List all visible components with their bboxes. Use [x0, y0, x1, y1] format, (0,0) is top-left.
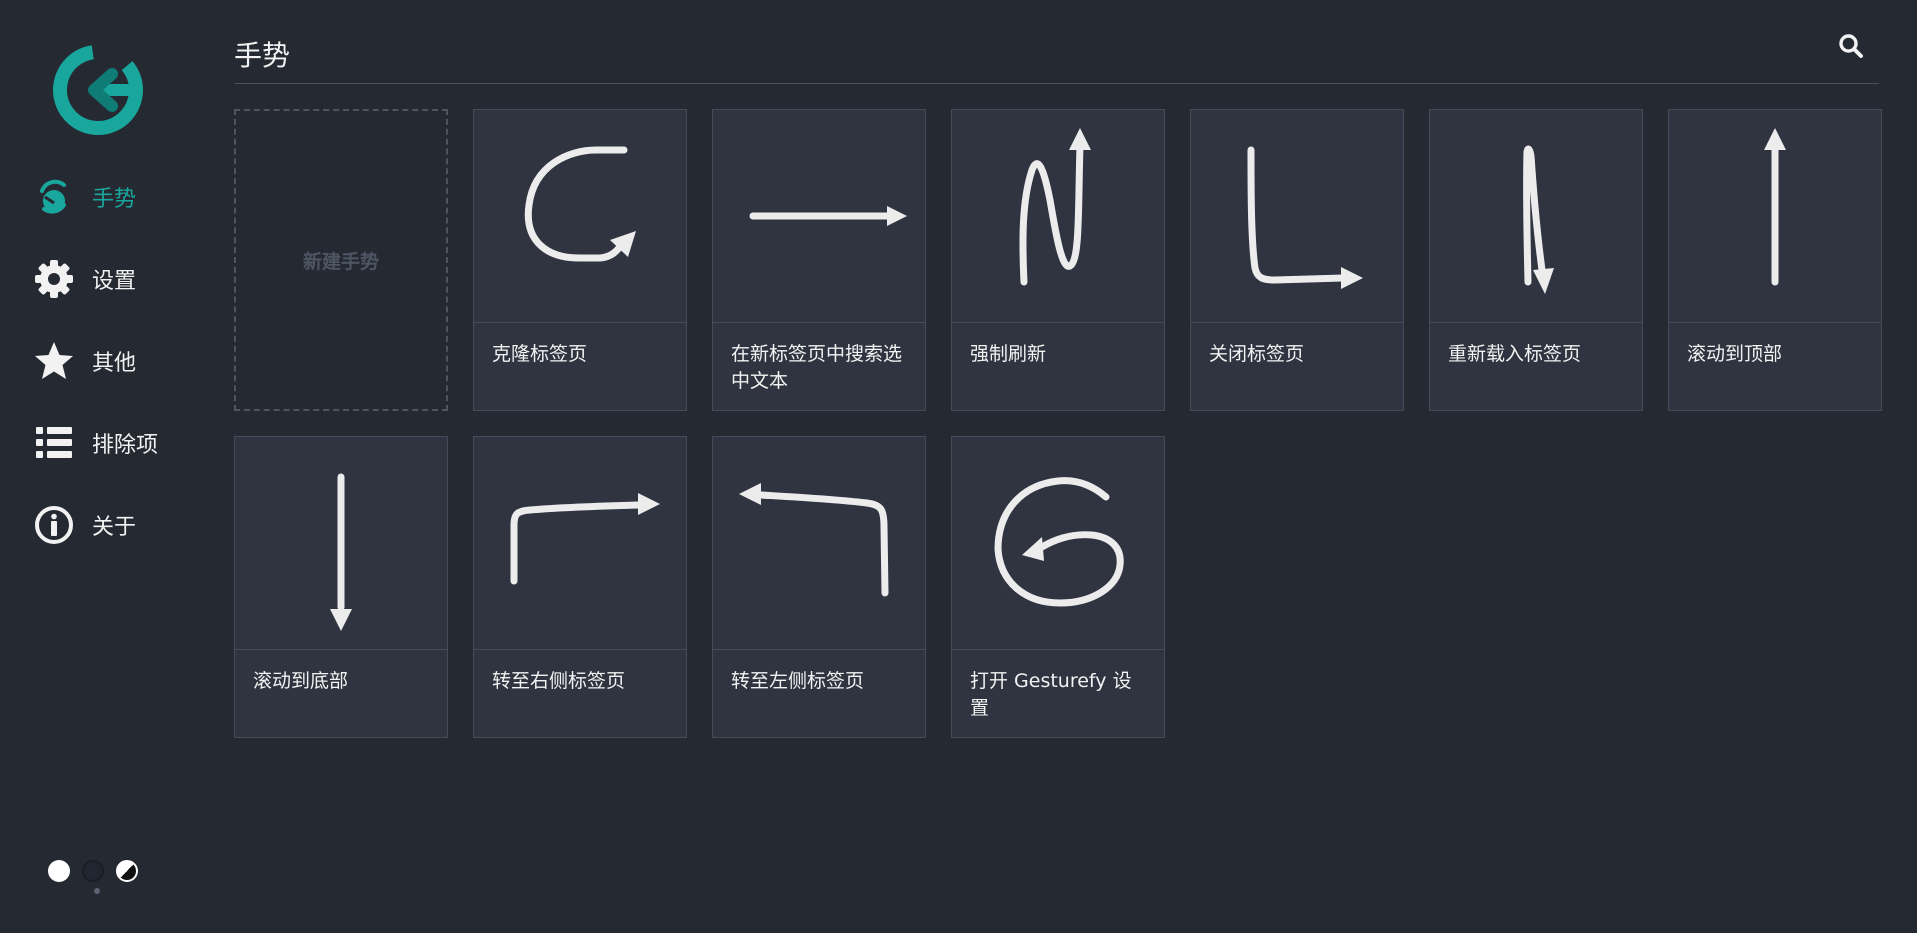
gesture-card-label: 克隆标签页 [492, 343, 588, 365]
gesture-card[interactable]: 克隆标签页 [473, 109, 687, 411]
gesture-card[interactable]: 重新载入标签页 [1429, 109, 1643, 411]
gesture-card[interactable]: 滚动到顶部 [1668, 109, 1882, 411]
gesture-card-label: 打开 Gesturefy 设置 [970, 670, 1132, 719]
search-button[interactable] [1833, 28, 1869, 64]
sidebar: 手势 设置 其他 排除项 关于 [0, 0, 200, 933]
gestures-icon [32, 175, 76, 219]
sidebar-item-label: 其他 [92, 351, 137, 376]
gesture-preview [474, 437, 686, 650]
gesture-card[interactable]: 强制刷新 [951, 109, 1165, 411]
gesture-card[interactable]: 转至右侧标签页 [473, 436, 687, 738]
theme-selected-indicator [94, 888, 100, 894]
gesture-card[interactable]: 滚动到底部 [234, 436, 448, 738]
gesture-preview [1191, 110, 1403, 323]
up-right-arrow-icon [510, 493, 660, 585]
gesture-card-label: 滚动到底部 [253, 670, 349, 692]
gesture-preview [1669, 110, 1881, 323]
gesture-card-label: 转至右侧标签页 [492, 670, 626, 692]
gesture-preview [235, 437, 447, 650]
info-icon [32, 503, 76, 547]
sidebar-item-about[interactable]: 关于 [32, 503, 158, 547]
up-down-arrow-icon [1523, 145, 1554, 294]
gesture-preview [952, 110, 1164, 323]
theme-light-button[interactable] [48, 860, 70, 882]
new-gesture-button[interactable]: 新建手势 [234, 109, 448, 411]
gesture-preview [474, 110, 686, 323]
gesture-card[interactable]: 在新标签页中搜索选中文本 [712, 109, 926, 411]
gear-icon [32, 257, 76, 301]
new-gesture-label: 新建手势 [302, 250, 379, 273]
sidebar-item-other[interactable]: 其他 [32, 339, 158, 383]
gesture-preview [1430, 110, 1642, 323]
sidebar-item-settings[interactable]: 设置 [32, 257, 158, 301]
sidebar-item-label: 设置 [92, 269, 137, 294]
g-spiral-arrow-icon [994, 477, 1124, 607]
gesture-card-label: 重新载入标签页 [1448, 343, 1582, 365]
right-arrow-icon [749, 206, 907, 226]
sidebar-nav: 手势 设置 其他 排除项 关于 [32, 175, 158, 585]
c-curve-arrow-icon [524, 146, 636, 262]
list-icon [32, 421, 76, 465]
up-arrow-icon [1764, 128, 1786, 286]
search-icon [1839, 34, 1863, 58]
gesture-card-label: 转至左侧标签页 [731, 670, 865, 692]
gesture-preview [713, 437, 925, 650]
sidebar-item-exclusions[interactable]: 排除项 [32, 421, 158, 465]
gesture-grid: 新建手势 克隆标签页 在新标签页中搜索选中文本 强制刷新 关闭标签页 重新载入标… [234, 109, 1882, 738]
theme-dark-button[interactable] [82, 860, 104, 882]
gesture-preview [952, 437, 1164, 650]
gesture-preview [713, 110, 925, 323]
sidebar-item-label: 排除项 [92, 433, 159, 458]
main-content: 手势 新建手势 克隆标签页 在新标签页中搜索选中文本 强制刷新 关闭标签页 重新… [234, 0, 1882, 933]
gesture-card[interactable]: 关闭标签页 [1190, 109, 1404, 411]
sidebar-item-label: 手势 [92, 187, 137, 212]
gesture-card-label: 关闭标签页 [1209, 343, 1305, 365]
gesturefy-logo[interactable] [50, 42, 146, 138]
gesture-card[interactable]: 打开 Gesturefy 设置 [951, 436, 1165, 738]
page-title: 手势 [234, 39, 291, 72]
gesture-card-label: 滚动到顶部 [1687, 343, 1783, 365]
star-icon [32, 339, 76, 383]
gesture-card[interactable]: 转至左侧标签页 [712, 436, 926, 738]
down-arrow-icon [330, 473, 352, 631]
sidebar-item-gestures[interactable]: 手势 [32, 175, 158, 219]
theme-auto-button[interactable] [116, 860, 138, 882]
sidebar-item-label: 关于 [92, 515, 137, 540]
page-header: 手势 [234, 28, 1879, 84]
up-left-arrow-icon [739, 483, 889, 597]
theme-switch [48, 860, 138, 882]
gesture-card-label: 在新标签页中搜索选中文本 [731, 343, 903, 392]
gesture-card-label: 强制刷新 [970, 343, 1047, 365]
l-right-arrow-icon [1247, 146, 1363, 289]
n-up-arrow-icon [1019, 128, 1091, 286]
